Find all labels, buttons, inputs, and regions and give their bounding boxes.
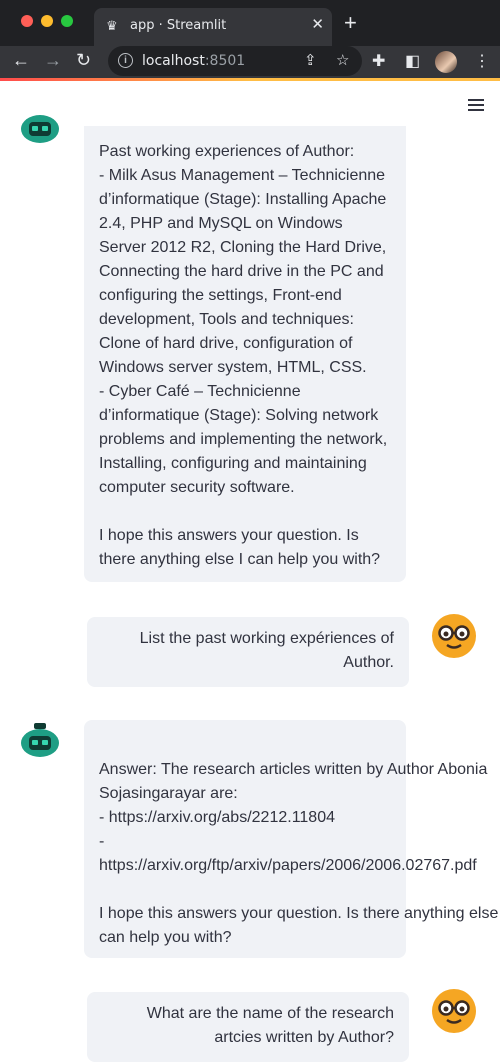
tab-title: app · Streamlit: [130, 18, 227, 33]
bot-avatar-icon: [21, 723, 59, 757]
browser-tab-bar: ♛ app · Streamlit ✕ +: [0, 0, 500, 46]
browser-tab[interactable]: ♛ app · Streamlit ✕: [94, 8, 332, 46]
user-message: List the past working expériences of Aut…: [87, 617, 409, 687]
close-window-button[interactable]: [21, 15, 33, 27]
extensions-icon[interactable]: ✚: [372, 51, 385, 71]
browser-toolbar: ← → ↻ i localhost:8501 ⇪ ☆ ✚ ◧ ⋮: [0, 46, 500, 78]
address-bar[interactable]: i localhost:8501 ⇪ ☆: [108, 46, 362, 76]
assistant-message: Answer: The research articles written by…: [84, 720, 498, 958]
bot-avatar-icon: [21, 115, 59, 143]
assistant-message: Past working experiences of Author: - Mi…: [84, 126, 406, 582]
url-port: :8501: [204, 53, 246, 69]
message-text: Past working experiences of Author: - Mi…: [99, 143, 388, 568]
user-avatar-nerd-icon: [432, 614, 476, 658]
reload-icon[interactable]: ↻: [76, 50, 91, 71]
bookmark-star-icon[interactable]: ☆: [336, 51, 349, 69]
main-menu-icon[interactable]: [468, 99, 484, 114]
minimize-window-button[interactable]: [41, 15, 53, 27]
forward-icon[interactable]: →: [44, 50, 62, 71]
back-icon[interactable]: ←: [12, 50, 30, 71]
message-text: What are the name of the research artcie…: [146, 1005, 399, 1046]
more-menu-icon[interactable]: ⋮: [474, 51, 490, 71]
url-host: localhost: [142, 53, 205, 69]
message-text: List the past working expériences of Aut…: [139, 630, 398, 671]
message-text: Answer: The research articles written by…: [99, 761, 499, 946]
streamlit-decoration-bar: [0, 78, 500, 81]
user-message: What are the name of the research artcie…: [87, 992, 409, 1062]
new-tab-button[interactable]: +: [344, 12, 357, 34]
info-icon[interactable]: i: [118, 53, 133, 68]
zoom-window-button[interactable]: [61, 15, 73, 27]
crown-icon: ♛: [106, 18, 118, 33]
user-avatar-nerd-icon: [432, 989, 476, 1033]
close-tab-icon[interactable]: ✕: [311, 15, 324, 33]
profile-avatar[interactable]: [435, 51, 457, 73]
share-icon[interactable]: ⇪: [304, 51, 317, 69]
sidebar-icon[interactable]: ◧: [405, 51, 420, 71]
